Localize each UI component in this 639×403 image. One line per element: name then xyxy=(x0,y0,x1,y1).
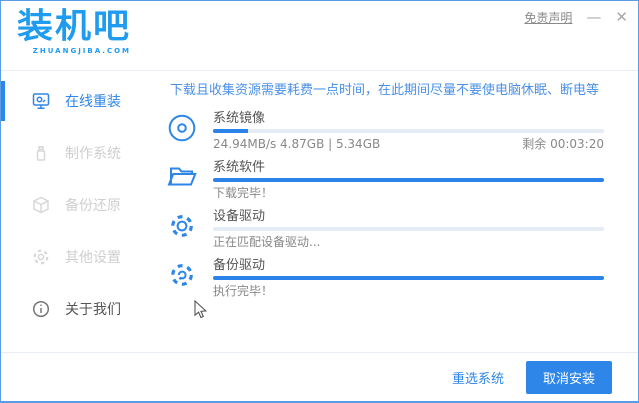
task-row-system-software: 系统软件 下载完毕！ xyxy=(165,160,604,209)
monitor-icon xyxy=(31,91,51,111)
close-button[interactable]: ✕ xyxy=(615,10,628,25)
sidebar-item-label: 制作系统 xyxy=(65,143,121,163)
sidebar-item-backup-restore[interactable]: 备份还原 xyxy=(1,185,149,225)
disclaimer-link[interactable]: 免责声明 xyxy=(524,9,572,26)
active-indicator xyxy=(1,81,5,121)
task-row-device-driver: 设备驱动 正在匹配设备驱动... xyxy=(165,209,604,258)
cancel-install-button[interactable]: 取消安装 xyxy=(526,361,612,394)
task-row-system-image: 系统镜像 24.94MB/s 4.87GB | 5.34GB 剩余 00:03:… xyxy=(165,111,604,160)
task-name: 系统软件 xyxy=(213,160,604,175)
progress-bar xyxy=(213,178,604,182)
sidebar-item-online-reinstall[interactable]: 在线重装 xyxy=(1,81,149,121)
titlebar-actions: 免责声明 — ✕ xyxy=(524,9,628,26)
progress-fill xyxy=(213,276,604,280)
task-row-backup-driver: 备份驱动 执行完毕！ xyxy=(165,258,604,307)
task-name: 备份驱动 xyxy=(213,258,604,273)
sidebar: 在线重装 制作系统 备份还原 其他 xyxy=(1,71,149,352)
sidebar-item-label: 在线重装 xyxy=(65,91,121,111)
logo-subtitle: ZHUANGJIBA.COM xyxy=(17,47,131,55)
disc-icon xyxy=(167,113,197,160)
main-content: 下载且收集资源需要耗费一点时间，在此期间尽量不要使电脑休眠、断电等 系统镜像 2… xyxy=(149,71,638,352)
progress-bar xyxy=(213,227,604,231)
minimize-button[interactable]: — xyxy=(586,10,601,25)
app-logo: 装机吧 ZHUANGJIBA.COM xyxy=(17,7,131,55)
progress-bar xyxy=(213,129,604,133)
usb-icon xyxy=(31,143,51,163)
progress-fill xyxy=(213,129,248,133)
footer: 重选系统 取消安装 xyxy=(1,352,638,401)
task-status-left: 正在匹配设备驱动... xyxy=(213,235,320,250)
task-status-left: 执行完毕！ xyxy=(213,284,273,299)
task-name: 系统镜像 xyxy=(213,111,604,126)
sidebar-item-about-us[interactable]: 关于我们 xyxy=(1,289,149,329)
reselect-system-button[interactable]: 重选系统 xyxy=(452,368,504,387)
task-time-remaining: 剩余 00:03:20 xyxy=(522,137,604,152)
sidebar-item-label: 其他设置 xyxy=(65,247,121,267)
window-body: 在线重装 制作系统 备份还原 其他 xyxy=(1,71,638,352)
progress-fill xyxy=(213,178,604,182)
gear-sync-icon xyxy=(167,260,197,307)
notice-text: 下载且收集资源需要耗费一点时间，在此期间尽量不要使电脑休眠、断电等 xyxy=(165,79,604,98)
task-status-left: 下载完毕！ xyxy=(213,186,273,201)
task-list: 系统镜像 24.94MB/s 4.87GB | 5.34GB 剩余 00:03:… xyxy=(165,111,604,307)
sidebar-item-label: 关于我们 xyxy=(65,299,121,319)
progress-bar xyxy=(213,276,604,280)
sidebar-item-other-settings[interactable]: 其他设置 xyxy=(1,237,149,277)
logo-title: 装机吧 xyxy=(17,8,131,46)
app-window: 装机吧 ZHUANGJIBA.COM 免责声明 — ✕ 在线重装 xyxy=(0,0,639,403)
sidebar-item-make-system[interactable]: 制作系统 xyxy=(1,133,149,173)
gear-icon xyxy=(31,247,51,267)
task-name: 设备驱动 xyxy=(213,209,604,224)
gear-icon xyxy=(167,211,197,258)
header: 装机吧 ZHUANGJIBA.COM 免责声明 — ✕ xyxy=(1,1,638,71)
folder-icon xyxy=(167,162,197,209)
box-icon xyxy=(31,195,51,215)
task-status-left: 24.94MB/s 4.87GB | 5.34GB xyxy=(213,137,380,152)
sidebar-item-label: 备份还原 xyxy=(65,195,121,215)
info-icon xyxy=(31,299,51,319)
